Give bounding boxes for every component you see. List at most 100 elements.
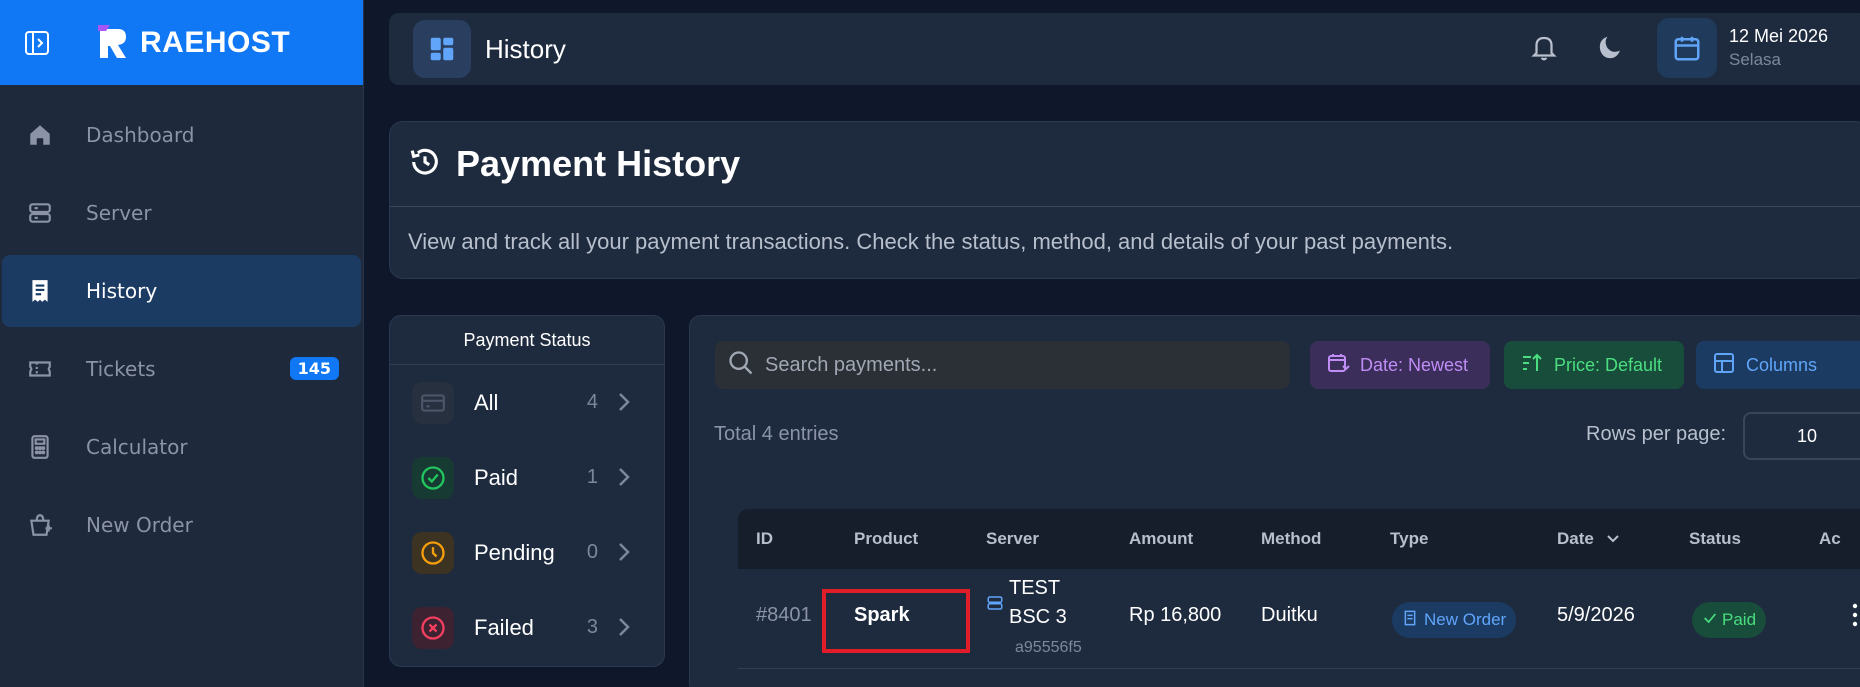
search-input[interactable]: [765, 353, 1265, 377]
bell-icon[interactable]: [1529, 33, 1559, 67]
payment-history-title: Payment History: [456, 143, 741, 184]
more-vertical-icon[interactable]: [1850, 601, 1860, 633]
home-icon: [24, 119, 56, 151]
status-count: 3: [586, 616, 598, 638]
clock-icon: [412, 531, 454, 574]
column-header-date[interactable]: Date: [1557, 529, 1594, 549]
status-count: 1: [586, 466, 598, 488]
chevron-down-icon: [1606, 531, 1620, 550]
status-badge: Paid: [1692, 602, 1767, 638]
price-sort-button[interactable]: Price: Default: [1504, 341, 1684, 389]
payment-status-title: Payment Status: [390, 316, 664, 365]
chevron-right-icon: [614, 466, 634, 492]
status-count: 4: [586, 391, 598, 413]
sidebar-item-label: New Order: [86, 513, 193, 537]
product-name[interactable]: Spark: [854, 604, 910, 627]
status-label: Paid: [474, 464, 519, 490]
moon-icon[interactable]: [1595, 33, 1625, 67]
header-bar: History 12 Mei 2026 Selasa: [389, 13, 1860, 85]
current-date: 12 Mei 2026: [1729, 26, 1829, 46]
column-header-method[interactable]: Method: [1261, 529, 1321, 549]
server-icon: [986, 594, 1004, 616]
payment-id: #8401: [756, 604, 812, 626]
server-id: a95556f5: [1015, 639, 1082, 656]
sidebar-item-label: History: [86, 279, 158, 303]
dashboard-grid-icon: [413, 20, 471, 78]
status-label: Pending: [474, 539, 555, 565]
sidebar-item-tickets[interactable]: Tickets 145: [2, 333, 361, 405]
sidebar-toggle-icon[interactable]: [22, 28, 52, 58]
cart-plus-icon: [24, 509, 56, 541]
status-label: Paid: [1722, 610, 1757, 629]
status-filter-failed[interactable]: Failed 3: [390, 590, 664, 665]
sidebar-item-label: Tickets: [86, 357, 156, 381]
sidebar-item-history[interactable]: History: [2, 255, 361, 327]
table-row[interactable]: #8401 Spark TEST BSC 3 a95556f5 Rp 16,80…: [738, 569, 1860, 669]
logo-icon: [98, 24, 126, 58]
price-sort-label: Price: Default: [1554, 354, 1663, 375]
receipt-small-icon: [1402, 610, 1418, 631]
payment-date: 5/9/2026: [1557, 604, 1635, 626]
column-header-server[interactable]: Server: [986, 529, 1039, 549]
status-filter-pending[interactable]: Pending 0: [390, 515, 664, 590]
column-header-type[interactable]: Type: [1390, 529, 1428, 549]
status-count: 0: [586, 541, 598, 563]
date-sort-button[interactable]: Date: Newest: [1310, 341, 1490, 389]
server-icon: [24, 197, 56, 229]
card-icon: [412, 381, 454, 424]
search-icon: [727, 349, 755, 381]
column-header-status[interactable]: Status: [1689, 529, 1741, 549]
check-circle-icon: [412, 456, 454, 499]
sidebar: RAEHOST Dashboard Server History Tickets…: [0, 0, 364, 687]
status-label: All: [474, 389, 499, 415]
column-header-id[interactable]: ID: [756, 529, 773, 549]
server-name-line2: BSC 3: [1009, 606, 1067, 628]
sidebar-nav: Dashboard Server History Tickets 145 Cal…: [0, 85, 363, 561]
sidebar-item-dashboard[interactable]: Dashboard: [2, 99, 361, 171]
column-header-amount[interactable]: Amount: [1129, 529, 1193, 549]
payment-method: Duitku: [1261, 604, 1318, 626]
brand-bar: RAEHOST: [0, 0, 363, 85]
chevron-right-icon: [614, 616, 634, 642]
payment-history-header: Payment History: [390, 122, 1860, 207]
brand-name: RAEHOST: [140, 25, 291, 59]
server-name-line1: TEST: [1009, 577, 1061, 599]
sidebar-item-label: Calculator: [86, 435, 188, 459]
type-label: New Order: [1424, 610, 1507, 629]
calculator-icon: [24, 431, 56, 463]
chevron-right-icon: [614, 541, 634, 567]
search-box[interactable]: [715, 341, 1290, 389]
payment-history-card: Payment History View and track all your …: [389, 121, 1860, 279]
logo[interactable]: RAEHOST: [96, 24, 291, 61]
payments-table-panel: Date: Newest Price: Default Columns Tota…: [689, 315, 1860, 687]
status-filter-paid[interactable]: Paid 1: [390, 440, 664, 515]
table-header: ID Product Server Amount Method Type Dat…: [738, 509, 1860, 569]
column-header-product[interactable]: Product: [854, 529, 918, 549]
type-badge: New Order: [1392, 602, 1517, 638]
rows-per-page-label: Rows per page:: [1586, 423, 1727, 445]
current-day: Selasa: [1729, 50, 1781, 69]
rows-per-page-input[interactable]: 10: [1743, 412, 1860, 460]
check-icon: [1702, 610, 1718, 631]
sidebar-item-server[interactable]: Server: [2, 177, 361, 249]
sidebar-item-calculator[interactable]: Calculator: [2, 411, 361, 483]
status-filter-all[interactable]: All 4: [390, 365, 664, 440]
chevron-right-icon: [614, 391, 634, 417]
columns-button[interactable]: Columns: [1696, 341, 1860, 389]
ticket-icon: [24, 353, 56, 385]
payment-amount: Rp 16,800: [1129, 604, 1222, 626]
total-entries: Total 4 entries: [714, 423, 839, 445]
column-header-actions[interactable]: Ac: [1819, 529, 1841, 549]
status-label: Failed: [474, 614, 534, 640]
sidebar-item-new-order[interactable]: New Order: [2, 489, 361, 561]
receipt-icon: [24, 275, 56, 307]
history-icon: [408, 145, 442, 183]
sort-ascending-icon: [1520, 351, 1544, 380]
calendar-icon: [1657, 18, 1717, 78]
date-sort-label: Date: Newest: [1360, 354, 1469, 375]
sidebar-item-label: Dashboard: [86, 123, 195, 147]
calendar-sort-icon: [1326, 351, 1350, 380]
columns-label: Columns: [1746, 354, 1818, 375]
payment-status-panel: Payment Status All 4 Paid 1 Pending 0 Fa…: [389, 315, 665, 667]
page-title: History: [485, 33, 566, 64]
